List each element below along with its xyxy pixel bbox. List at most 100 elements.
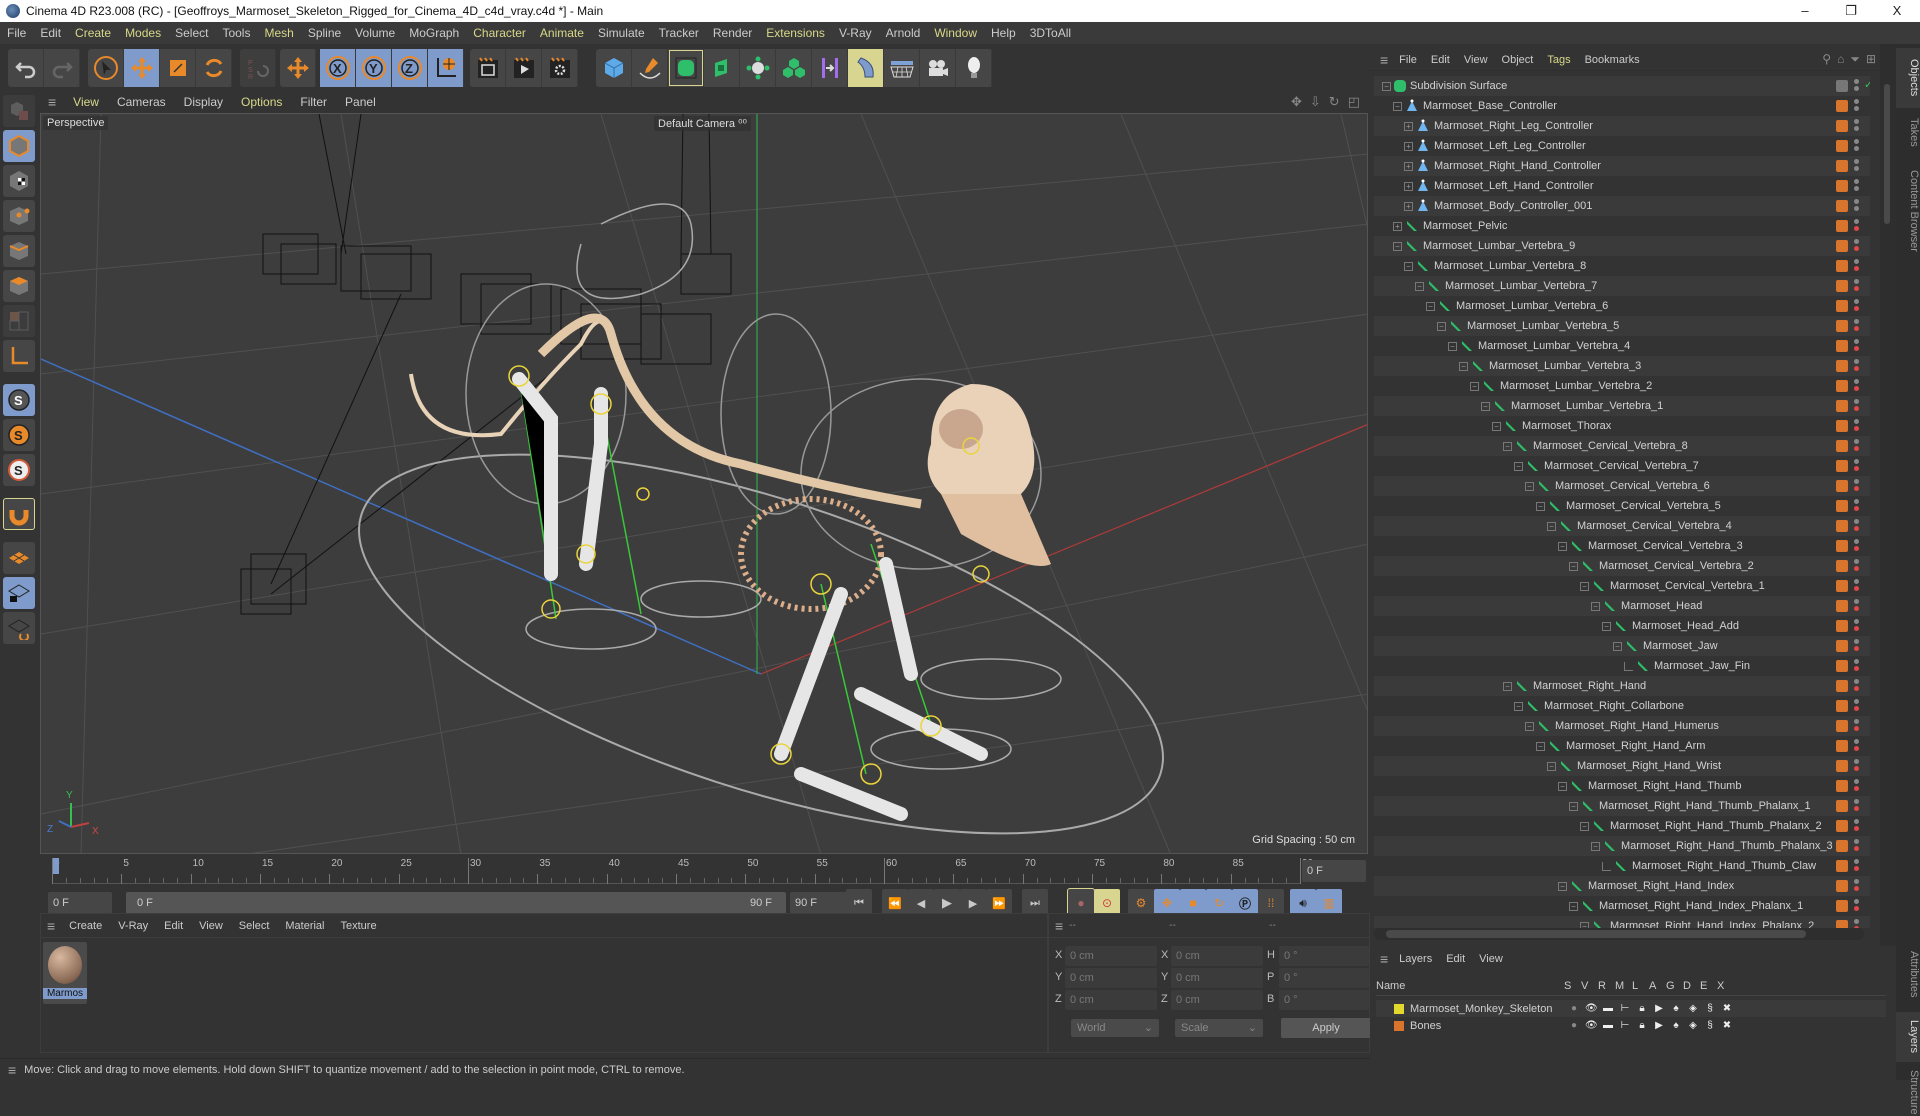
visibility-toggle[interactable] <box>1854 819 1859 833</box>
render-visibility-dot[interactable] <box>1854 706 1859 711</box>
menu-3dtoall[interactable]: 3DToAll <box>1023 22 1078 44</box>
restore-button[interactable]: ❐ <box>1828 0 1874 22</box>
collapse-icon[interactable]: − <box>1503 681 1512 691</box>
editor-visibility-dot[interactable] <box>1854 659 1859 664</box>
material-menu-select[interactable]: Select <box>231 920 278 932</box>
render-visibility-dot[interactable] <box>1854 586 1859 591</box>
visibility-toggle[interactable] <box>1854 379 1859 393</box>
collapse-icon[interactable]: − <box>1591 841 1600 851</box>
collapse-icon[interactable]: − <box>1558 781 1567 791</box>
render-visibility-dot[interactable] <box>1854 346 1859 351</box>
minimize-button[interactable]: – <box>1782 0 1828 22</box>
array-button[interactable] <box>776 49 812 87</box>
size-y-field[interactable]: 0 cm <box>1171 968 1263 988</box>
solo-hierarchy-button[interactable]: S <box>3 419 35 451</box>
collapse-icon[interactable]: − <box>1525 481 1534 491</box>
scale-tool-button[interactable] <box>160 49 196 87</box>
collapse-icon[interactable]: − <box>1580 581 1589 591</box>
editor-visibility-dot[interactable] <box>1854 239 1859 244</box>
editor-visibility-dot[interactable] <box>1854 359 1859 364</box>
solo-off-button[interactable]: S <box>3 454 35 486</box>
render-visibility-dot[interactable] <box>1854 526 1859 531</box>
current-frame-field[interactable]: 0 F <box>1302 860 1366 882</box>
collapse-icon[interactable]: − <box>1514 461 1523 471</box>
render-visibility-dot[interactable] <box>1854 626 1859 631</box>
layer-color-tag[interactable] <box>1836 400 1848 412</box>
menu-window[interactable]: Window <box>927 22 984 44</box>
layer-xrefs-toggle-icon[interactable]: ✖ <box>1721 1003 1733 1015</box>
deformer-button[interactable] <box>848 49 884 87</box>
layer-column-name[interactable]: Name <box>1376 980 1405 992</box>
layer-color-tag[interactable] <box>1836 600 1848 612</box>
collapse-icon[interactable]: − <box>1613 641 1622 651</box>
redo-button[interactable] <box>44 49 80 87</box>
layer-color-tag[interactable] <box>1836 800 1848 812</box>
lock-workplane-button[interactable] <box>3 577 35 609</box>
render-visibility-dot[interactable] <box>1854 906 1859 911</box>
editor-visibility-dot[interactable] <box>1854 159 1859 164</box>
collapse-icon[interactable]: − <box>1580 821 1589 831</box>
material-swatch[interactable]: Marmos <box>43 942 87 1004</box>
editor-visibility-dot[interactable] <box>1854 379 1859 384</box>
material-menu-edit[interactable]: Edit <box>156 920 191 932</box>
layer-color-tag[interactable] <box>1836 260 1848 272</box>
world-coordinates-button[interactable] <box>428 49 464 87</box>
visibility-toggle[interactable] <box>1854 779 1859 793</box>
collapse-icon[interactable]: − <box>1558 541 1567 551</box>
collapse-icon[interactable]: − <box>1481 401 1490 411</box>
collapse-icon[interactable]: − <box>1470 381 1479 391</box>
symmetry-button[interactable] <box>812 49 848 87</box>
layer-deformers-toggle-icon[interactable]: ◈ <box>1687 1003 1699 1015</box>
visibility-toggle[interactable] <box>1854 159 1859 173</box>
coordinate-system-dropdown[interactable]: World ⌄ <box>1071 1019 1159 1037</box>
render-visibility-dot[interactable] <box>1854 846 1859 851</box>
layer-color-tag[interactable] <box>1836 280 1848 292</box>
layer-column-s[interactable]: S <box>1564 980 1571 992</box>
layer-column-e[interactable]: E <box>1700 980 1707 992</box>
viewport-menu-view[interactable]: View <box>64 95 108 109</box>
object-row[interactable]: − Marmoset_Base_Controller <box>1374 96 1870 116</box>
object-row[interactable]: − Marmoset_Lumbar_Vertebra_1 <box>1374 396 1870 416</box>
editor-visibility-dot[interactable] <box>1854 199 1859 204</box>
render-visibility-dot[interactable] <box>1854 826 1859 831</box>
collapse-icon[interactable]: − <box>1437 321 1446 331</box>
render-visibility-dot[interactable] <box>1854 506 1859 511</box>
visibility-toggle[interactable] <box>1854 439 1859 453</box>
menu-select[interactable]: Select <box>168 22 215 44</box>
layer-color-tag[interactable] <box>1836 140 1848 152</box>
layer-color-tag[interactable] <box>1836 480 1848 492</box>
render-visibility-dot[interactable] <box>1854 166 1859 171</box>
object-row[interactable]: + Marmoset_Left_Hand_Controller <box>1374 176 1870 196</box>
render-visibility-dot[interactable] <box>1854 246 1859 251</box>
collapse-icon[interactable]: − <box>1492 421 1501 431</box>
layer-color-tag[interactable] <box>1836 360 1848 372</box>
layer-menu-view[interactable]: View <box>1472 953 1510 965</box>
object-vertical-scrollbar[interactable] <box>1880 44 1896 946</box>
end-frame-field[interactable]: 90 F <box>790 892 854 914</box>
object-menu-file[interactable]: File <box>1392 54 1424 66</box>
collapse-icon[interactable]: − <box>1536 501 1545 511</box>
layer-color-tag[interactable] <box>1836 560 1848 572</box>
editor-visibility-dot[interactable] <box>1854 279 1859 284</box>
collapse-icon[interactable]: − <box>1448 341 1457 351</box>
visibility-toggle[interactable] <box>1854 899 1859 913</box>
viewport-menu-options[interactable]: Options <box>232 95 291 109</box>
collapse-icon[interactable]: − <box>1415 281 1424 291</box>
object-row[interactable]: − Marmoset_Right_Hand_Arm <box>1374 736 1870 756</box>
editor-visibility-dot[interactable] <box>1854 639 1859 644</box>
visibility-toggle[interactable] <box>1854 459 1859 473</box>
collapse-icon[interactable]: − <box>1514 701 1523 711</box>
render-visibility-dot[interactable] <box>1854 466 1859 471</box>
object-row[interactable]: −Marmoset_Cervical_Vertebra_4⬮ <box>1374 516 1870 536</box>
points-mode-button[interactable] <box>3 200 35 232</box>
object-row[interactable]: −Marmoset_Right_Hand_Thumb_Phalanx_3⬮ <box>1374 836 1870 856</box>
object-row[interactable]: −Marmoset_Cervical_Vertebra_3⬮ <box>1374 536 1870 556</box>
collapse-icon[interactable]: − <box>1525 721 1534 731</box>
size-z-field[interactable]: 0 cm <box>1171 990 1263 1010</box>
transform-mode-dropdown[interactable]: Scale ⌄ <box>1175 1019 1263 1037</box>
menu-edit[interactable]: Edit <box>33 22 68 44</box>
render-visibility-dot[interactable] <box>1854 786 1859 791</box>
editor-visibility-dot[interactable] <box>1854 179 1859 184</box>
subdivision-surface-button[interactable] <box>668 49 704 87</box>
visibility-toggle[interactable] <box>1854 639 1859 653</box>
